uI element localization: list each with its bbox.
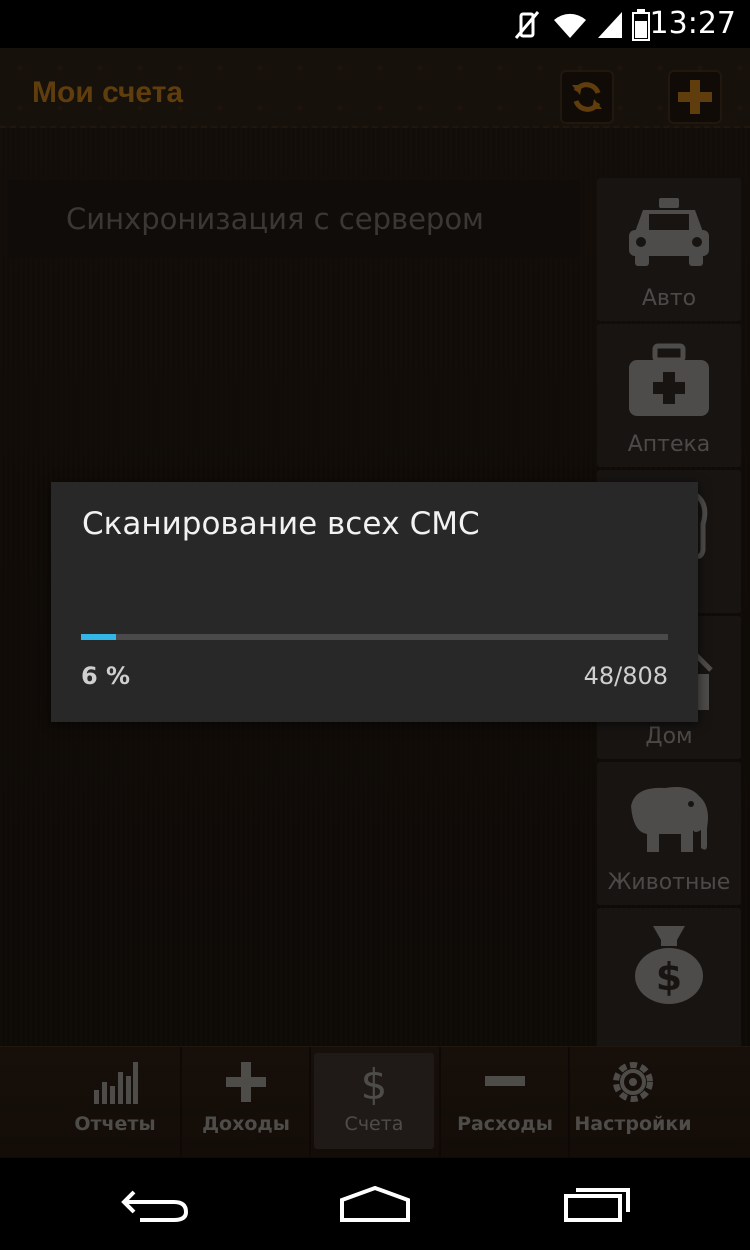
recents-icon[interactable] xyxy=(562,1184,632,1224)
progress-fill xyxy=(81,634,117,640)
back-icon[interactable] xyxy=(120,1184,190,1224)
status-time: 13:27 xyxy=(649,6,736,41)
home-icon[interactable] xyxy=(338,1184,412,1224)
battery-icon xyxy=(632,9,650,41)
progress-percent: 6 % xyxy=(81,662,131,690)
status-bar: 13:27 xyxy=(0,0,750,48)
wifi-icon xyxy=(554,13,586,38)
progress-count: 48/808 xyxy=(583,662,668,690)
dialog-title: Сканирование всех СМС xyxy=(82,506,480,542)
status-icons xyxy=(510,8,650,42)
vibrate-off-icon xyxy=(514,11,540,39)
progress-bar xyxy=(81,634,668,640)
progress-dialog: Сканирование всех СМС 6 % 48/808 xyxy=(51,482,698,722)
signal-icon xyxy=(598,12,622,38)
navigation-bar xyxy=(0,1158,750,1250)
